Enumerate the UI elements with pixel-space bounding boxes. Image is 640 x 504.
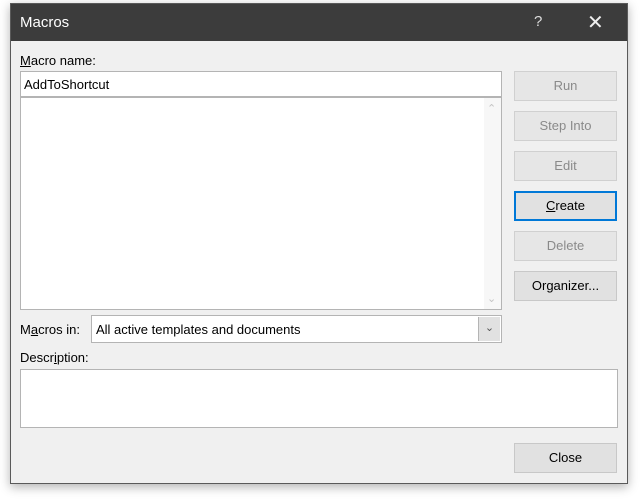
chevron-down-icon[interactable]: ⌄ (478, 317, 500, 341)
scroll-up-icon[interactable]: ⌃ (487, 102, 496, 115)
close-button[interactable]: Close (514, 443, 617, 473)
macros-in-select[interactable]: All active templates and documents ⌄ (91, 315, 502, 343)
organizer-button[interactable]: Organizer... (514, 271, 617, 301)
create-button[interactable]: Create (514, 191, 617, 221)
macro-name-label: Macro name: (20, 53, 96, 68)
edit-button[interactable]: Edit (514, 151, 617, 181)
help-icon[interactable]: ? (534, 13, 542, 30)
description-label: Description: (20, 350, 89, 365)
step-into-button[interactable]: Step Into (514, 111, 617, 141)
macro-name-input[interactable]: AddToShortcut (20, 71, 502, 97)
close-icon[interactable]: ✕ (587, 10, 604, 35)
macro-list[interactable]: ⌃ ⌄ (20, 97, 502, 310)
delete-button[interactable]: Delete (514, 231, 617, 261)
scroll-down-icon[interactable]: ⌄ (487, 292, 496, 305)
macros-dialog: Macros ? ✕ Macro name: AddToShortcut ⌃ ⌄… (10, 3, 628, 484)
macros-in-label: Macros in: (20, 322, 80, 337)
title-bar: Macros ? ✕ (11, 4, 627, 41)
scrollbar[interactable]: ⌃ ⌄ (484, 98, 501, 309)
dialog-title: Macros (20, 14, 70, 31)
description-box (20, 369, 618, 428)
run-button[interactable]: Run (514, 71, 617, 101)
